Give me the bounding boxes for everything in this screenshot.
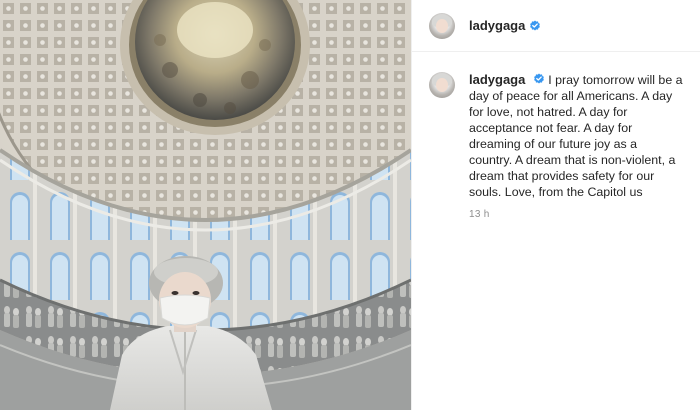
profile-avatar[interactable] bbox=[429, 12, 455, 39]
caption-text: I pray tomorrow will be a day of peace f… bbox=[469, 73, 683, 199]
instagram-post: ladygaga ladygaga I pray tomorrow will b… bbox=[0, 0, 700, 410]
caption-username[interactable]: ladygaga bbox=[469, 72, 525, 87]
post-header: ladygaga bbox=[412, 0, 700, 52]
verified-badge-icon bbox=[529, 20, 541, 32]
post-timestamp[interactable]: 13 h bbox=[469, 209, 700, 220]
header-username[interactable]: ladygaga bbox=[469, 18, 525, 33]
caption-avatar[interactable] bbox=[429, 72, 455, 98]
caption-comment: ladygaga I pray tomorrow will be a day o… bbox=[412, 52, 700, 200]
caption-body: ladygaga I pray tomorrow will be a day o… bbox=[469, 72, 683, 200]
post-side-panel: ladygaga ladygaga I pray tomorrow will b… bbox=[411, 0, 700, 410]
caption-verified-badge-icon bbox=[533, 73, 545, 85]
capitol-rotunda-image bbox=[0, 0, 411, 410]
post-photo[interactable] bbox=[0, 0, 411, 410]
